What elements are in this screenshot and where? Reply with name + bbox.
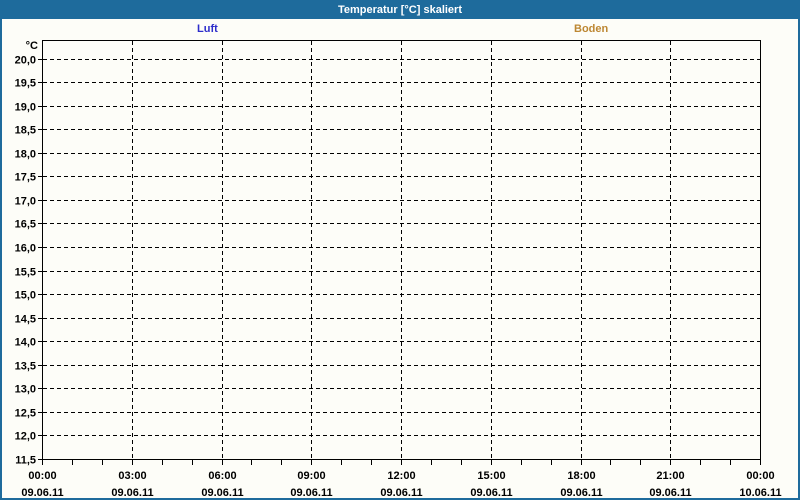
x-tick-time-label: 18:00 xyxy=(567,470,595,482)
y-tick-label: 16,5 xyxy=(15,219,36,231)
x-tick-time-label: 15:00 xyxy=(477,470,505,482)
app-window: Temperatur [°C] skaliert Luft Boden 20,0… xyxy=(0,0,800,500)
x-tick-date-label: 09.06.11 xyxy=(201,487,243,498)
y-tick-label: 11,5 xyxy=(15,455,36,467)
x-tick-date-label: 10.06.11 xyxy=(739,487,781,498)
x-tick-time-label: 21:00 xyxy=(656,470,684,482)
y-tick-label: 14,0 xyxy=(15,337,36,349)
x-tick-date-label: 09.06.11 xyxy=(380,487,422,498)
y-tick-label: 19,5 xyxy=(15,78,36,90)
y-tick-label: 18,0 xyxy=(15,149,36,161)
y-tick-label: 19,0 xyxy=(15,102,36,114)
y-tick-label: 14,5 xyxy=(15,314,36,326)
y-tick-label: 15,5 xyxy=(15,267,36,279)
y-tick-label: 13,0 xyxy=(15,384,36,396)
y-tick-label: 17,5 xyxy=(15,172,36,184)
x-tick-time-label: 00:00 xyxy=(28,470,56,482)
y-tick-label: 12,5 xyxy=(15,408,36,420)
x-tick-date-label: 09.06.11 xyxy=(560,487,602,498)
y-tick-label: 15,0 xyxy=(15,290,36,302)
y-tick-label: 17,0 xyxy=(15,196,36,208)
x-tick-time-label: 09:00 xyxy=(297,470,325,482)
x-tick-date-label: 09.06.11 xyxy=(21,487,63,498)
y-tick-label: 12,0 xyxy=(15,431,36,443)
y-tick-label: 20,0 xyxy=(15,55,36,67)
y-tick-label: 13,5 xyxy=(15,361,36,373)
x-tick-time-label: 03:00 xyxy=(118,470,146,482)
x-tick-time-label: 00:00 xyxy=(746,470,774,482)
plot-frame xyxy=(42,40,761,460)
y-tick-label: 16,0 xyxy=(15,243,36,255)
x-tick-date-label: 09.06.11 xyxy=(649,487,691,498)
x-tick-time-label: 12:00 xyxy=(387,470,415,482)
x-tick-date-label: 09.06.11 xyxy=(111,487,153,498)
x-tick-date-label: 09.06.11 xyxy=(290,487,332,498)
y-tick-label: 18,5 xyxy=(15,125,36,137)
x-tick-time-label: 06:00 xyxy=(208,470,236,482)
x-tick-date-label: 09.06.11 xyxy=(470,487,512,498)
y-axis-unit-label: °C xyxy=(26,40,38,52)
chart-plot-area: 20,0 19,5 19,0 18,5 18,0 17,5 17,0 16,5 16,0 15,5… xyxy=(15,40,782,498)
